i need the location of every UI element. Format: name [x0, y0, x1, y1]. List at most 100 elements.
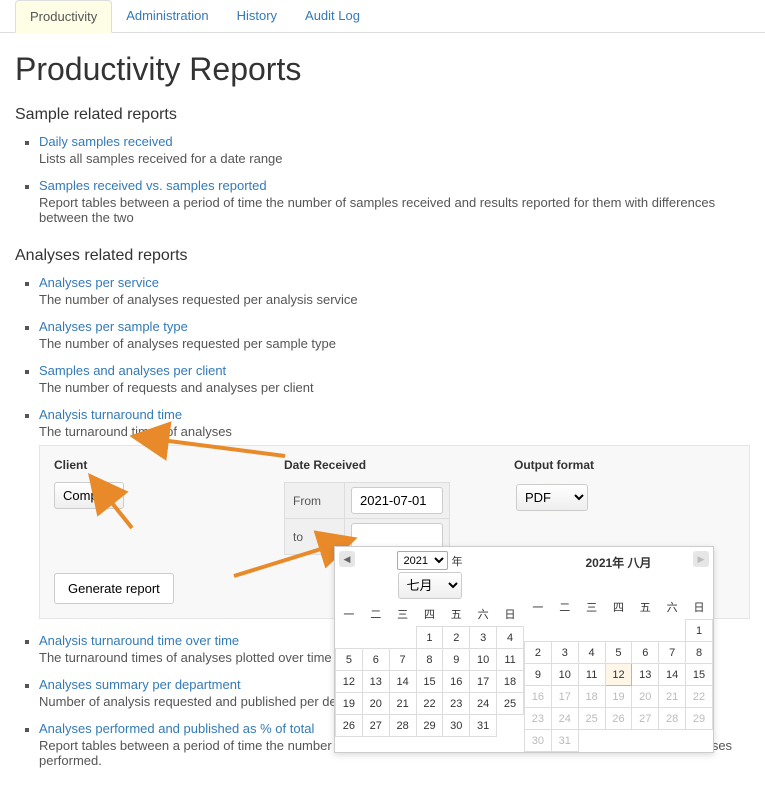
calendar-day[interactable]: 24	[551, 708, 578, 730]
link-daily-samples[interactable]: Daily samples received	[39, 134, 173, 149]
tab-administration[interactable]: Administration	[112, 0, 222, 32]
calendar-day[interactable]: 24	[470, 693, 497, 715]
calendar-day[interactable]: 26	[336, 715, 363, 737]
link-performed-published-pct[interactable]: Analyses performed and published as % of…	[39, 721, 314, 736]
calendar-day[interactable]: 18	[497, 671, 524, 693]
calendar-day[interactable]: 3	[470, 627, 497, 649]
calendar-day[interactable]: 27	[632, 708, 659, 730]
dow-header: 日	[497, 602, 524, 627]
datepicker-next-icon[interactable]: ▶	[693, 551, 709, 567]
calendar-day[interactable]: 14	[389, 671, 416, 693]
calendar-day[interactable]: 26	[605, 708, 632, 730]
desc: The number of analyses requested per ana…	[39, 292, 750, 307]
dow-header: 四	[605, 595, 632, 620]
calendar-day[interactable]: 20	[362, 693, 389, 715]
calendar-day[interactable]: 17	[551, 686, 578, 708]
calendar-day[interactable]: 27	[362, 715, 389, 737]
output-format-label: Output format	[514, 458, 714, 472]
calendar-day[interactable]: 11	[578, 664, 605, 686]
tab-bar: Productivity Administration History Audi…	[0, 0, 765, 33]
calendar-day[interactable]: 19	[605, 686, 632, 708]
calendar-day[interactable]: 13	[632, 664, 659, 686]
tab-audit-log[interactable]: Audit Log	[291, 0, 374, 32]
tab-productivity[interactable]: Productivity	[15, 0, 112, 33]
from-date-input[interactable]	[351, 487, 443, 514]
datepicker-year-select[interactable]: 2021	[397, 551, 448, 570]
calendar-day[interactable]: 2	[443, 627, 470, 649]
calendar-day[interactable]: 23	[443, 693, 470, 715]
calendar-day[interactable]: 14	[659, 664, 686, 686]
calendar-day[interactable]: 5	[336, 649, 363, 671]
output-format-select[interactable]: PDF	[516, 484, 588, 511]
calendar-day[interactable]: 8	[686, 642, 713, 664]
calendar-day[interactable]: 29	[416, 715, 443, 737]
calendar-day[interactable]: 30	[443, 715, 470, 737]
datepicker-prev-icon[interactable]: ◀	[339, 551, 355, 567]
calendar-day[interactable]: 21	[659, 686, 686, 708]
list-item: Analysis turnaround time The turnaround …	[39, 407, 750, 619]
calendar-right: 一二三四五六日 12345678910111213141516171819202…	[524, 595, 713, 752]
dow-header: 五	[632, 595, 659, 620]
calendar-day[interactable]: 16	[525, 686, 552, 708]
tab-history[interactable]: History	[223, 0, 291, 32]
calendar-day[interactable]: 4	[497, 627, 524, 649]
calendar-day[interactable]: 25	[578, 708, 605, 730]
calendar-day[interactable]: 10	[470, 649, 497, 671]
calendar-day[interactable]: 19	[336, 693, 363, 715]
calendar-day[interactable]: 9	[525, 664, 552, 686]
report-form: Client Compa Date Received From	[39, 445, 750, 619]
calendar-day[interactable]: 6	[632, 642, 659, 664]
calendar-day[interactable]: 3	[551, 642, 578, 664]
dow-header: 三	[578, 595, 605, 620]
calendar-day[interactable]: 22	[686, 686, 713, 708]
calendar-day[interactable]: 16	[443, 671, 470, 693]
calendar-day[interactable]: 6	[362, 649, 389, 671]
link-samples-analyses-per-client[interactable]: Samples and analyses per client	[39, 363, 226, 378]
calendar-day[interactable]: 13	[362, 671, 389, 693]
calendar-day[interactable]: 28	[659, 708, 686, 730]
calendar-day[interactable]: 7	[389, 649, 416, 671]
calendar-day[interactable]: 17	[470, 671, 497, 693]
datepicker-month-select[interactable]: 七月	[398, 572, 462, 599]
calendar-day[interactable]: 23	[525, 708, 552, 730]
calendar-day[interactable]: 15	[686, 664, 713, 686]
calendar-day[interactable]: 25	[497, 693, 524, 715]
section-analyses-heading: Analyses related reports	[15, 247, 750, 265]
calendar-day[interactable]: 4	[578, 642, 605, 664]
calendar-day[interactable]: 22	[416, 693, 443, 715]
calendar-day[interactable]: 10	[551, 664, 578, 686]
calendar-day[interactable]: 8	[416, 649, 443, 671]
dow-header: 六	[659, 595, 686, 620]
dow-header: 一	[525, 595, 552, 620]
list-item: Analyses per service The number of analy…	[39, 275, 750, 307]
generate-report-button[interactable]: Generate report	[54, 573, 174, 604]
link-analysis-turnaround[interactable]: Analysis turnaround time	[39, 407, 182, 422]
calendar-day[interactable]: 5	[605, 642, 632, 664]
calendar-day[interactable]: 2	[525, 642, 552, 664]
calendar-day[interactable]: 28	[389, 715, 416, 737]
section-sample-heading: Sample related reports	[15, 106, 750, 124]
link-analyses-per-service[interactable]: Analyses per service	[39, 275, 159, 290]
calendar-day[interactable]: 12	[336, 671, 363, 693]
link-turnaround-over-time[interactable]: Analysis turnaround time over time	[39, 633, 239, 648]
link-samples-vs-reported[interactable]: Samples received vs. samples reported	[39, 178, 267, 193]
link-analyses-per-sample-type[interactable]: Analyses per sample type	[39, 319, 188, 334]
calendar-day[interactable]: 12	[605, 664, 632, 686]
calendar-day[interactable]: 31	[470, 715, 497, 737]
calendar-day[interactable]: 15	[416, 671, 443, 693]
calendar-day[interactable]: 30	[525, 730, 552, 752]
calendar-day[interactable]: 7	[659, 642, 686, 664]
dow-header: 二	[362, 602, 389, 627]
calendar-day[interactable]: 31	[551, 730, 578, 752]
calendar-day[interactable]: 1	[416, 627, 443, 649]
client-select[interactable]: Compa	[54, 482, 124, 509]
calendar-day[interactable]: 21	[389, 693, 416, 715]
calendar-day[interactable]: 1	[686, 620, 713, 642]
calendar-day[interactable]: 29	[686, 708, 713, 730]
dow-header: 一	[336, 602, 363, 627]
calendar-day[interactable]: 18	[578, 686, 605, 708]
calendar-day[interactable]: 9	[443, 649, 470, 671]
link-summary-per-dept[interactable]: Analyses summary per department	[39, 677, 241, 692]
calendar-day[interactable]: 20	[632, 686, 659, 708]
calendar-day[interactable]: 11	[497, 649, 524, 671]
